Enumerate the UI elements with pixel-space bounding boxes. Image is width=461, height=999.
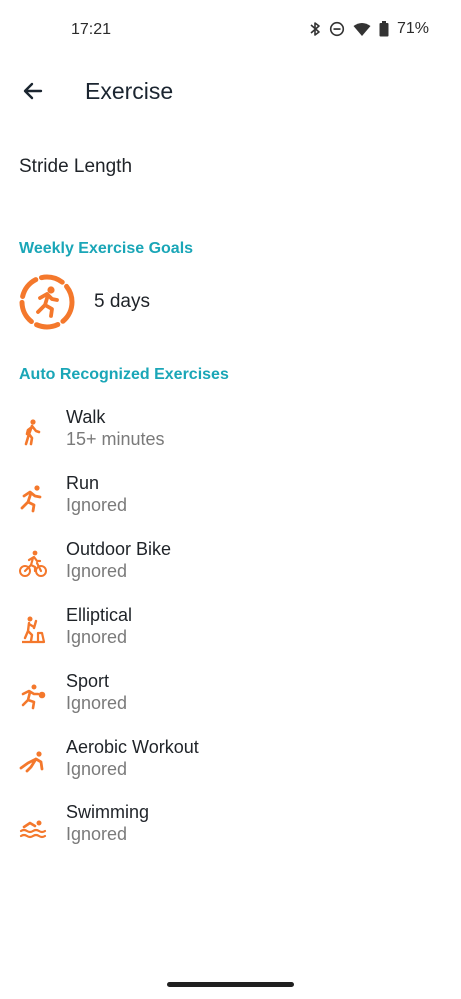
weekly-goal-item[interactable]: 5 days bbox=[0, 270, 461, 334]
status-bar: 17:21 71% bbox=[0, 0, 461, 60]
exercise-item-aerobic-workout[interactable]: Aerobic Workout Ignored bbox=[0, 737, 461, 793]
exercise-subtitle: Ignored bbox=[66, 759, 128, 779]
wifi-icon bbox=[353, 22, 371, 37]
weekly-goal-value: 5 days bbox=[94, 291, 150, 312]
exercise-subtitle: 15+ minutes bbox=[66, 429, 165, 449]
back-button[interactable] bbox=[14, 74, 52, 112]
exercise-item-outdoor-bike[interactable]: Outdoor Bike Ignored bbox=[0, 539, 461, 595]
sport-icon bbox=[18, 681, 48, 711]
auto-recognized-header: Auto Recognized Exercises bbox=[19, 366, 229, 383]
exercise-subtitle: Ignored bbox=[66, 824, 128, 844]
stride-length-item[interactable]: Stride Length bbox=[19, 156, 132, 178]
gesture-nav-handle[interactable] bbox=[167, 982, 294, 987]
app-bar: Exercise bbox=[0, 60, 461, 124]
exercise-title: Sport bbox=[66, 671, 110, 691]
exercise-title: Walk bbox=[66, 407, 106, 427]
page-title: Exercise bbox=[85, 78, 174, 104]
exercise-title: Elliptical bbox=[66, 605, 133, 625]
swim-icon bbox=[18, 812, 48, 842]
exercise-item-run[interactable]: Run Ignored bbox=[0, 473, 461, 529]
do-not-disturb-icon bbox=[329, 21, 345, 37]
running-goal-ring-icon bbox=[18, 273, 76, 331]
bluetooth-icon bbox=[309, 21, 321, 37]
exercise-title: Aerobic Workout bbox=[66, 737, 199, 757]
battery-icon bbox=[379, 21, 389, 37]
weekly-goals-header: Weekly Exercise Goals bbox=[19, 240, 194, 257]
exercise-subtitle: Ignored bbox=[66, 495, 128, 515]
walk-icon bbox=[18, 417, 48, 447]
exercise-subtitle: Ignored bbox=[66, 561, 128, 581]
exercise-title: Outdoor Bike bbox=[66, 539, 172, 559]
exercise-subtitle: Ignored bbox=[66, 627, 128, 647]
exercise-title: Run bbox=[66, 473, 100, 493]
arrow-left-icon bbox=[21, 79, 45, 108]
exercise-item-walk[interactable]: Walk 15+ minutes bbox=[0, 407, 461, 463]
bike-icon bbox=[18, 549, 48, 579]
status-time: 17:21 bbox=[71, 21, 112, 38]
status-icons: 71% bbox=[309, 20, 429, 38]
run-icon bbox=[18, 483, 48, 513]
exercise-item-swimming[interactable]: Swimming Ignored bbox=[0, 802, 461, 858]
exercise-item-sport[interactable]: Sport Ignored bbox=[0, 671, 461, 727]
exercise-item-elliptical[interactable]: Elliptical Ignored bbox=[0, 605, 461, 661]
exercise-subtitle: Ignored bbox=[66, 693, 128, 713]
battery-percentage: 71% bbox=[396, 20, 429, 37]
exercise-title: Swimming bbox=[66, 802, 150, 822]
elliptical-icon bbox=[18, 615, 48, 645]
aerobic-icon bbox=[18, 747, 48, 777]
